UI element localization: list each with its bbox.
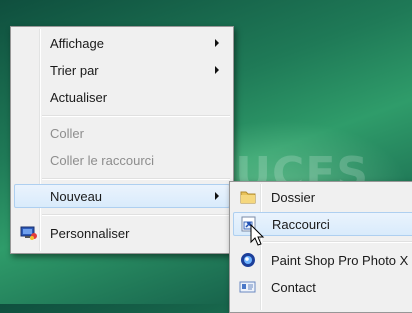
menu-item-label: Contact bbox=[271, 279, 316, 295]
paint-shop-pro-icon bbox=[241, 253, 255, 267]
menu-separator bbox=[42, 214, 230, 216]
menu-item-label: Trier par bbox=[50, 62, 99, 78]
menu-separator bbox=[42, 115, 230, 117]
menu-item-coller[interactable]: Coller bbox=[14, 121, 230, 145]
menu-item-affichage[interactable]: Affichage bbox=[14, 31, 230, 55]
submenu-arrow-icon bbox=[215, 192, 219, 200]
submenu-item-contact[interactable]: Contact bbox=[233, 275, 412, 299]
menu-item-label: Coller bbox=[50, 125, 84, 141]
submenu-arrow-icon bbox=[215, 39, 219, 47]
desktop-context-menu: Affichage Trier par Actualiser Coller Co… bbox=[10, 26, 234, 254]
menu-item-label: Actualiser bbox=[50, 89, 108, 105]
contact-card-icon bbox=[239, 281, 256, 293]
mouse-cursor-icon bbox=[250, 224, 265, 246]
menu-item-label: Dossier bbox=[271, 189, 316, 205]
menu-item-label: Paint Shop Pro Photo X bbox=[271, 252, 409, 268]
menu-item-label: Raccourci bbox=[272, 216, 330, 232]
menu-item-trier-par[interactable]: Trier par bbox=[14, 58, 230, 82]
menu-item-nouveau[interactable]: Nouveau bbox=[14, 184, 230, 208]
menu-separator bbox=[42, 178, 230, 180]
menu-item-label: Personnaliser bbox=[50, 225, 130, 241]
menu-item-coller-le-raccourci[interactable]: Coller le raccourci bbox=[14, 148, 230, 172]
menu-item-label: Nouveau bbox=[50, 188, 103, 204]
submenu-item-dossier[interactable]: Dossier bbox=[233, 185, 412, 209]
folder-icon bbox=[240, 191, 256, 204]
display-properties-icon bbox=[20, 226, 37, 240]
menu-item-label: Affichage bbox=[50, 35, 104, 51]
menu-item-personnaliser[interactable]: Personnaliser bbox=[14, 221, 230, 245]
submenu-item-paint-shop-pro[interactable]: Paint Shop Pro Photo X bbox=[233, 248, 412, 272]
menu-item-label: Coller le raccourci bbox=[50, 152, 155, 168]
menu-separator bbox=[263, 241, 412, 243]
menu-item-actualiser[interactable]: Actualiser bbox=[14, 85, 230, 109]
submenu-arrow-icon bbox=[215, 66, 219, 74]
